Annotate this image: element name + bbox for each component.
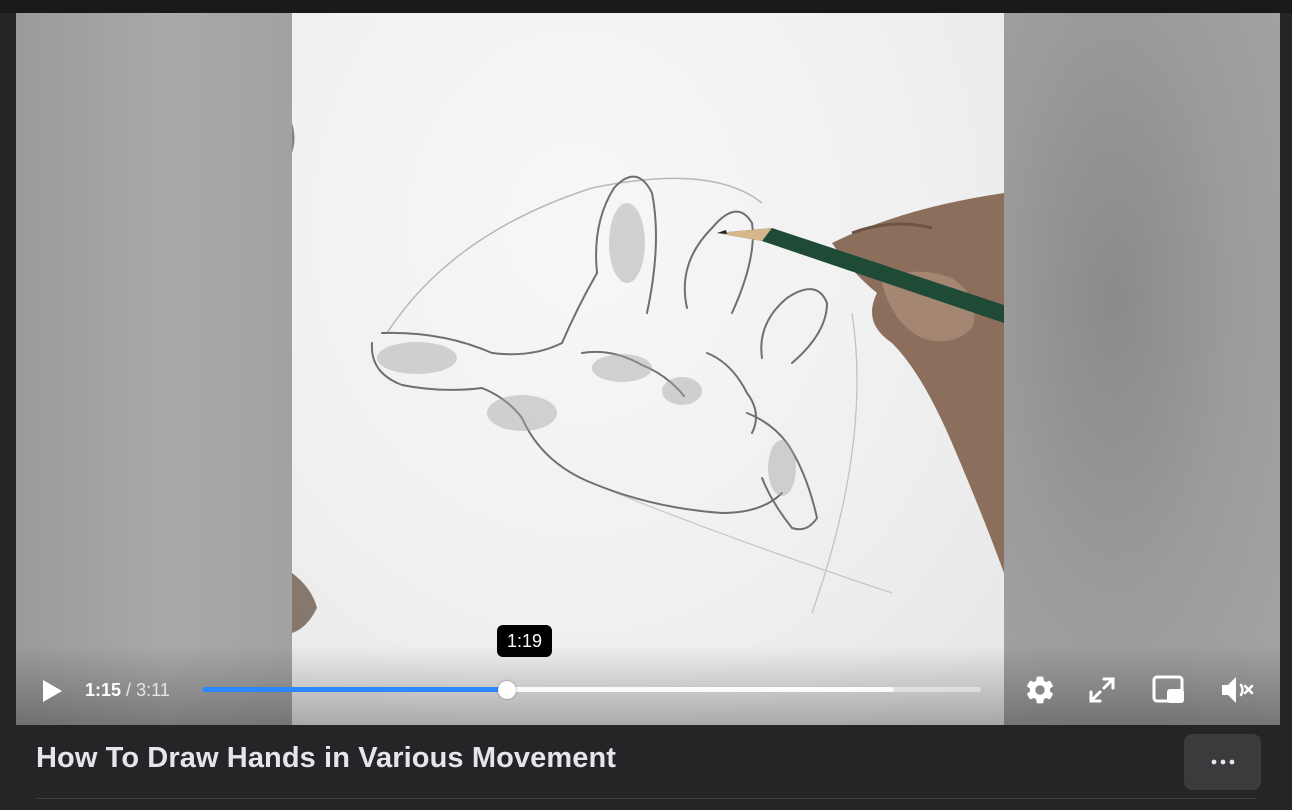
video-player[interactable]: 1:15 / 3:11 1:19 [16, 13, 1280, 725]
picture-in-picture-icon [1152, 675, 1184, 703]
picture-in-picture-button[interactable] [1149, 671, 1189, 709]
ellipsis-icon [1211, 759, 1234, 765]
played-range [202, 687, 508, 692]
blurred-background [1004, 13, 1280, 725]
play-icon [43, 680, 62, 702]
settings-button[interactable] [1022, 671, 1058, 709]
time-display: 1:15 / 3:11 [85, 680, 170, 701]
fullscreen-icon [1089, 677, 1115, 703]
mute-button[interactable] [1216, 671, 1258, 709]
more-options-button[interactable] [1184, 734, 1261, 790]
hover-time-tooltip: 1:19 [497, 625, 552, 657]
current-time: 1:15 [85, 680, 122, 700]
time-separator: / [126, 680, 132, 700]
video-content [292, 123, 1004, 633]
play-button[interactable] [34, 673, 70, 709]
video-frame[interactable] [292, 13, 1004, 725]
muted-speaker-icon [1222, 677, 1254, 703]
divider [36, 798, 1256, 799]
duration: 3:11 [136, 680, 170, 700]
video-title: How To Draw Hands in Various Movement [36, 742, 617, 774]
gear-icon [1027, 676, 1053, 704]
progress-bar[interactable] [202, 681, 981, 699]
fullscreen-button[interactable] [1084, 671, 1120, 709]
top-strip [0, 0, 1292, 13]
